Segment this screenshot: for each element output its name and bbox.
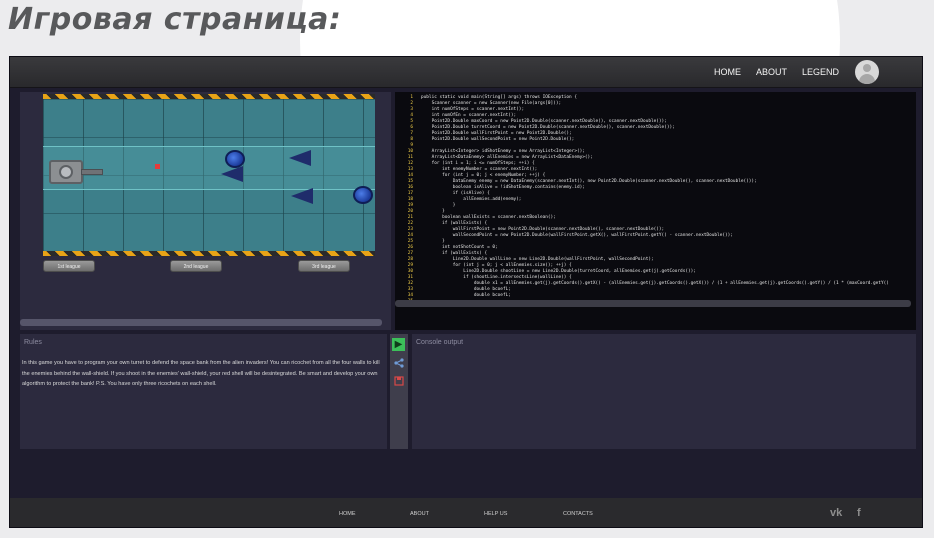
code-text: ArrayList<Integer> idShotEnemy = new Arr… (421, 149, 585, 154)
footer: HOME ABOUT HELP US CONTACTS vk f (10, 498, 922, 527)
facebook-icon[interactable]: f (857, 507, 861, 519)
save-icon[interactable] (392, 374, 405, 387)
code-text: int numOfEn = scanner.nextInt(); (421, 113, 517, 118)
footer-help[interactable]: HELP US (484, 511, 507, 517)
code-text: Point2D.Double wallFirstPoint = new Poin… (421, 131, 572, 136)
code-text: for (int j = 0; j < allEnemies.size(); +… (421, 263, 572, 268)
code-scrollbar[interactable] (395, 300, 911, 307)
enemy-ship (221, 166, 243, 182)
enemy-ship (291, 188, 313, 204)
code-text: allEnemies.add(enemy); (421, 197, 522, 202)
enemy-saucer (353, 186, 373, 204)
turret (49, 160, 103, 184)
code-text: Line2D.Double wallLine = new Line2D.Doub… (421, 257, 654, 262)
game-arena (43, 94, 375, 256)
nav-legend[interactable]: LEGEND (802, 67, 839, 77)
console-title: Console output (416, 339, 464, 346)
code-text: if (wallExists) { (421, 221, 488, 226)
code-text: boolean wallExists = scanner.nextBoolean… (421, 215, 556, 220)
code-text: Scanner scanner = new Scanner(new File(a… (421, 101, 562, 106)
code-text: wallFirstPoint = new Point2D.Double(scan… (421, 227, 665, 232)
rules-panel: Rules In this game you have to program y… (20, 334, 387, 449)
game-panel: 1st league 2nd league 3rd league (20, 92, 391, 330)
code-text: Point2D.Double wallSecondPoint = new Poi… (421, 137, 575, 142)
code-text: int enemyNumber = scanner.nextInt(); (421, 167, 538, 172)
console-panel: Console output (412, 334, 916, 449)
code-text: } (421, 239, 445, 244)
code-text: double x1 = allEnemies.get(j).getCoords(… (421, 281, 889, 286)
arena-track (43, 146, 375, 190)
rules-text: In this game you have to program your ow… (22, 360, 380, 387)
code-text: } (421, 203, 456, 208)
code-text: int numOfSteps = scanner.nextInt(); (421, 107, 525, 112)
code-text: int notShotCount = 0; (421, 245, 498, 250)
code-text: for (int i = 1; i <= numOfSteps; ++i) { (421, 161, 535, 166)
footer-about[interactable]: ABOUT (410, 511, 429, 517)
app-window: HOME ABOUT LEGEND 1st league 2nd league … (9, 56, 923, 528)
code-text: Point2D.Double maxCoord = new Point2D.Do… (421, 119, 667, 124)
tool-strip: ▶ (390, 334, 408, 449)
share-icon[interactable] (392, 356, 405, 369)
league-3-button[interactable]: 3rd league (298, 260, 350, 272)
code-text: if (wallExists) { (421, 251, 488, 256)
avatar-icon[interactable] (855, 60, 879, 84)
code-text: Line2D.Double shootLine = new Line2D.Dou… (421, 269, 696, 274)
top-navbar: HOME ABOUT LEGEND (10, 57, 922, 88)
footer-home[interactable]: HOME (339, 511, 356, 517)
code-text: double bcoefL; (421, 293, 511, 298)
shell-marker (155, 164, 160, 169)
code-text: public static void main(String[] args) t… (421, 95, 577, 100)
code-text: ArrayList<DataEnemy> allEnemies = new Ar… (421, 155, 593, 160)
code-text: wallSecondPoint = new Point2D.Double(wal… (421, 233, 733, 238)
code-text: if (isAlive) { (421, 191, 490, 196)
code-text: for (int j = 0; j < enemyNumber; ++j) { (421, 173, 546, 178)
slide-title: Игровая страница: (8, 2, 342, 37)
code-editor[interactable]: 1 public static void main(String[] args) … (395, 92, 916, 330)
league-2-button[interactable]: 2nd league (170, 260, 222, 272)
enemy-ship (289, 150, 311, 166)
code-text: Point2D.Double turretCoord = new Point2D… (421, 125, 675, 130)
run-icon[interactable]: ▶ (392, 338, 405, 351)
code-text: double bcoefL; (421, 287, 511, 292)
code-text: boolean isAlive = !idShotEnemy.contains(… (421, 185, 585, 190)
nav-about[interactable]: ABOUT (756, 67, 787, 77)
code-text: if (shootLine.intersectsLine(wallLine)) … (421, 275, 572, 280)
code-text: } (421, 209, 445, 214)
league-1-button[interactable]: 1st league (43, 260, 95, 272)
vk-icon[interactable]: vk (830, 507, 842, 519)
hazard-stripe-bottom (43, 251, 375, 256)
game-scrollbar[interactable] (20, 319, 382, 326)
nav-home[interactable]: HOME (714, 67, 741, 77)
rules-title: Rules (24, 339, 42, 346)
code-text: DataEnemy enemy = new DataEnemy(scanner.… (421, 179, 757, 184)
footer-contacts[interactable]: CONTACTS (563, 511, 593, 517)
